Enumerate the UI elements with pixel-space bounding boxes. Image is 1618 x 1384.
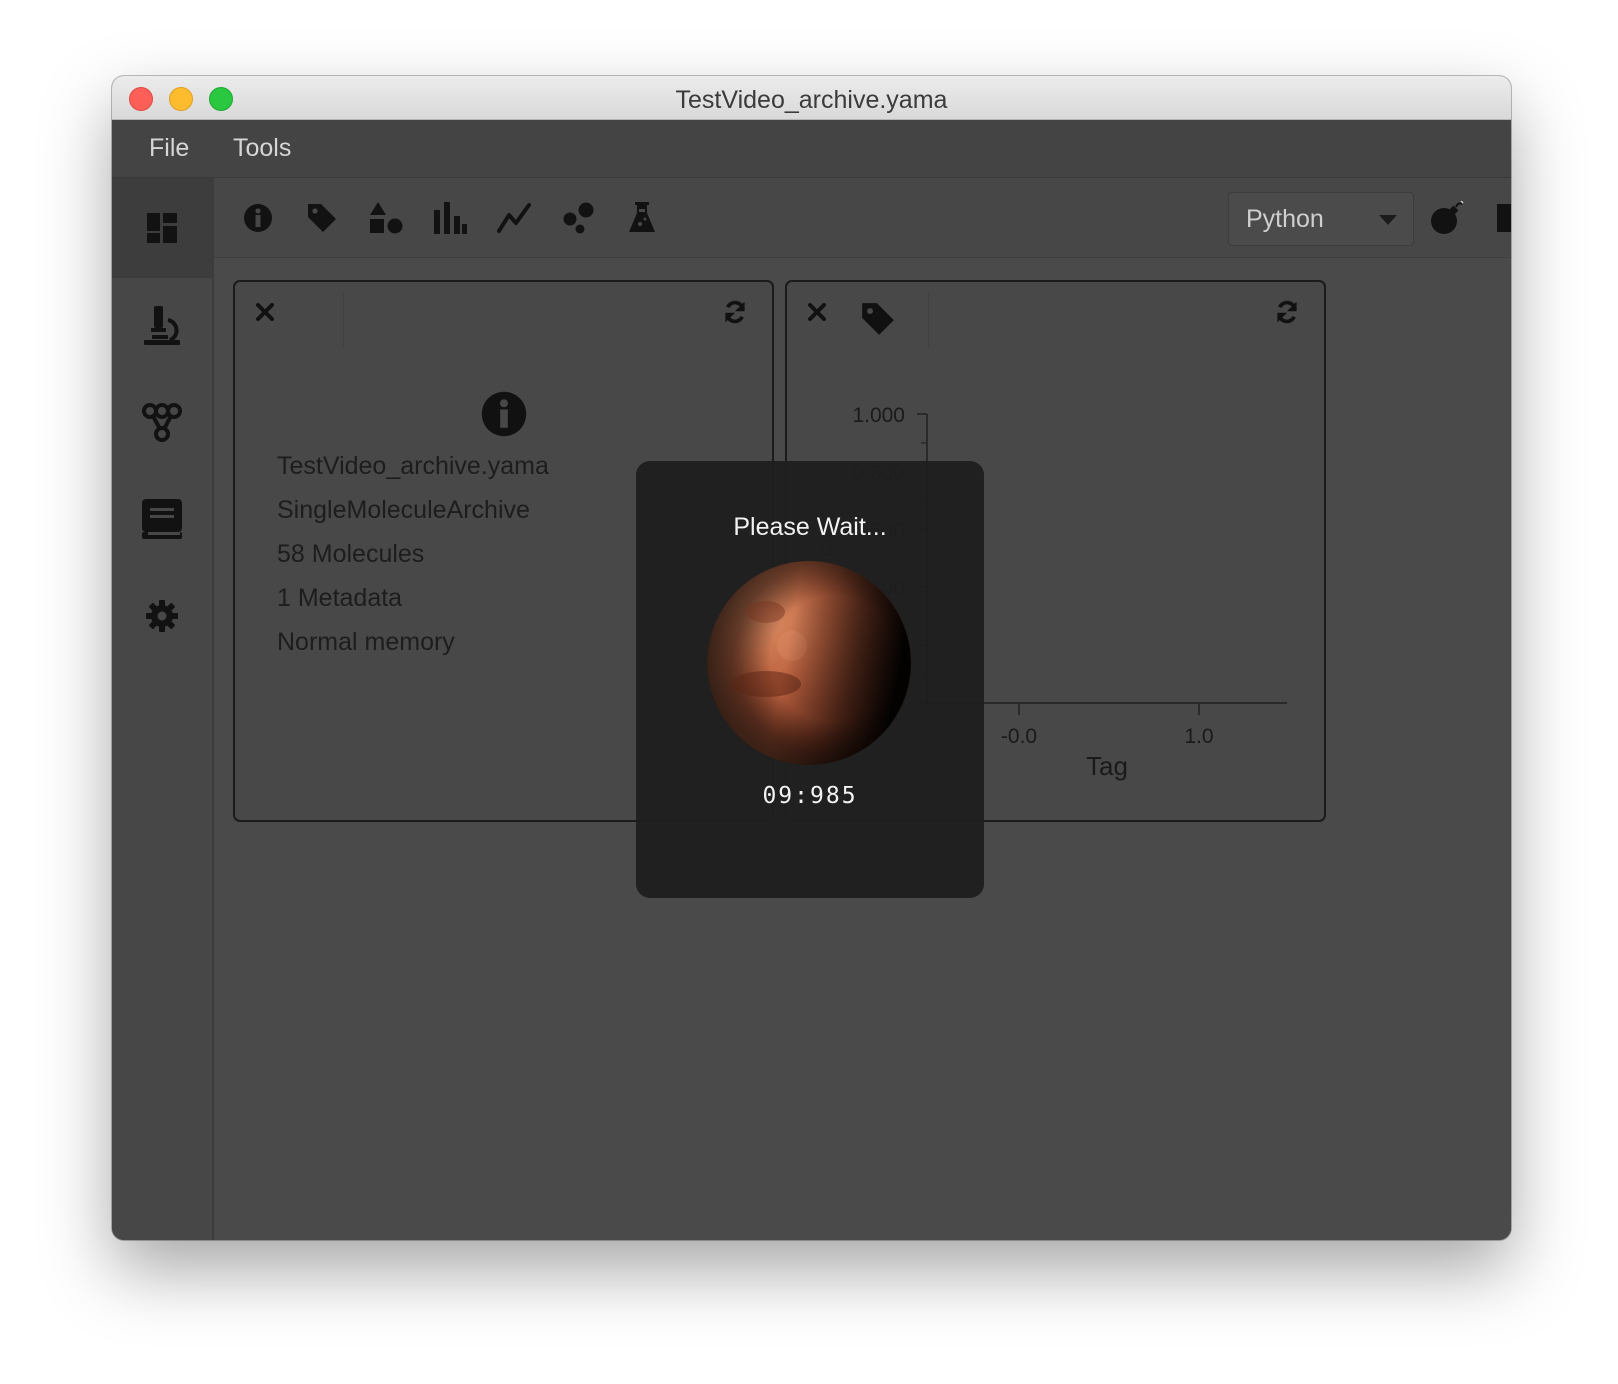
- microscope-icon: [144, 306, 180, 345]
- please-wait-dialog: Please Wait... 09:985: [636, 461, 984, 898]
- line-chart-icon: [497, 203, 531, 233]
- archive-name: TestVideo_archive.yama: [277, 452, 549, 480]
- line-chart-button[interactable]: [490, 194, 538, 242]
- language-select-value: Python: [1246, 205, 1324, 233]
- book-icon: [142, 499, 182, 539]
- sidebar-item-dashboard[interactable]: [112, 178, 212, 278]
- menu-file[interactable]: File: [149, 134, 189, 163]
- sidebar-item-molecule[interactable]: [112, 372, 212, 472]
- gear-icon: [146, 600, 178, 632]
- sidebar: [112, 178, 214, 1240]
- molecule-count: 58 Molecules: [277, 540, 425, 568]
- shapes-icon: [370, 202, 403, 234]
- window-title: TestVideo_archive.yama: [675, 86, 948, 114]
- bomb-icon: [1431, 201, 1464, 234]
- archive-info-icon-holder: [480, 390, 528, 438]
- y-tick-label: 1.000: [852, 404, 905, 427]
- metadata-count: 1 Metadata: [277, 584, 403, 612]
- bar-chart-icon: [434, 202, 467, 234]
- toolbar: Python: [214, 178, 1511, 258]
- x-tick-label: 1.0: [1184, 725, 1213, 748]
- bar-chart-button[interactable]: [426, 194, 474, 242]
- info-icon: [244, 204, 272, 232]
- dashboard-icon: [147, 213, 177, 243]
- x-tick-label: -0.0: [1001, 725, 1037, 748]
- memory-mode: Normal memory: [277, 628, 455, 656]
- wait-timer: 09:985: [762, 783, 858, 809]
- dialog-title: Please Wait...: [733, 513, 887, 541]
- panel-close-button[interactable]: [249, 296, 281, 328]
- sidebar-item-settings[interactable]: [112, 566, 212, 666]
- bomb-button[interactable]: [1423, 194, 1471, 242]
- info-icon: [481, 391, 527, 437]
- stop-icon: [1497, 204, 1511, 232]
- stop-button[interactable]: [1487, 194, 1511, 242]
- app-window: TestVideo_archive.yama File Tools Python…: [112, 76, 1511, 1240]
- scatter-icon: [563, 202, 594, 234]
- mars-planet-image: [707, 561, 911, 765]
- panel-header-divider: [343, 292, 344, 348]
- archive-type: SingleMoleculeArchive: [277, 496, 530, 524]
- sidebar-item-microscope[interactable]: [112, 275, 212, 375]
- sidebar-item-book[interactable]: [112, 469, 212, 569]
- x-axis-label: Tag: [1086, 751, 1128, 781]
- panel-refresh-button[interactable]: [719, 296, 751, 328]
- shapes-button[interactable]: [362, 194, 410, 242]
- molecule-icon: [142, 403, 182, 442]
- flask-button[interactable]: [618, 194, 666, 242]
- menu-bar: File Tools: [112, 120, 1511, 178]
- title-bar: TestVideo_archive.yama: [112, 76, 1511, 120]
- menu-tools[interactable]: Tools: [233, 134, 291, 163]
- scatter-button[interactable]: [554, 194, 602, 242]
- info-button[interactable]: [234, 194, 282, 242]
- language-select[interactable]: Python: [1228, 192, 1414, 246]
- tag-icon: [308, 204, 336, 232]
- flask-icon: [629, 202, 655, 232]
- close-icon: [256, 303, 274, 321]
- tag-button[interactable]: [298, 194, 346, 242]
- refresh-icon: [725, 300, 745, 324]
- chevron-down-icon: [1379, 215, 1397, 225]
